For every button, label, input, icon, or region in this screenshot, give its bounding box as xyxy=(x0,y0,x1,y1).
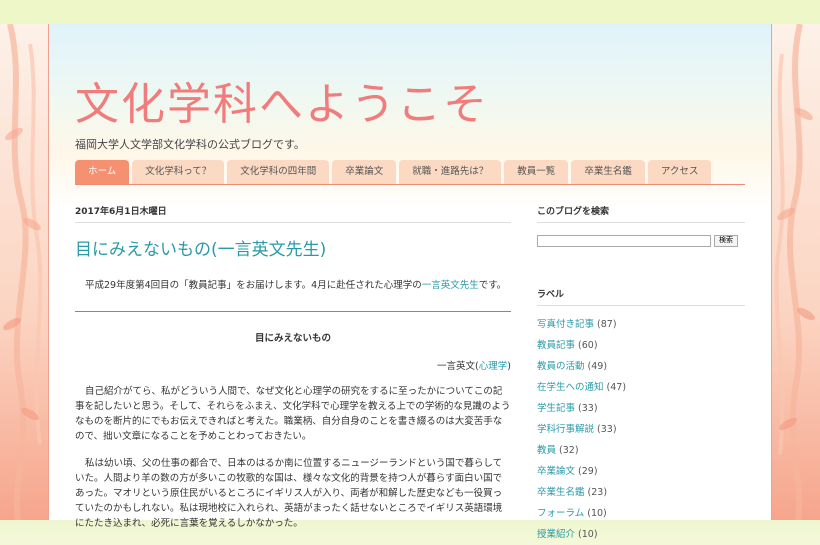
label-item: フォーラム (10) xyxy=(537,503,745,524)
intro-text-end: です。 xyxy=(478,280,507,291)
label-count: (60) xyxy=(578,340,598,351)
search-button[interactable]: 検索 xyxy=(714,235,738,247)
label-link[interactable]: 卒業論文 xyxy=(537,466,575,477)
tab-four-years[interactable]: 文化学科の四年間 xyxy=(227,160,330,184)
label-link[interactable]: 教員 xyxy=(537,445,556,456)
label-item: 在学生への通知 (47) xyxy=(537,377,745,398)
tab-home[interactable]: ホーム xyxy=(75,160,130,184)
sidebar: このブログを検索 検索 ラベル 写真付き記事 (87) 教員記事 (60) 教員… xyxy=(537,204,745,545)
label-link[interactable]: 教員の活動 xyxy=(537,361,585,372)
post-intro: 平成29年度第4回目の「教員記事」をお届けします。4月に赴任された心理学の一言英… xyxy=(75,278,511,293)
tab-navigation: ホーム 文化学科って？ 文化学科の四年間 卒業論文 就職・進路先は？ 教員一覧 … xyxy=(75,160,745,185)
label-item: 教員記事 (60) xyxy=(537,335,745,356)
label-link[interactable]: 授業紹介 xyxy=(537,529,575,540)
label-item: 写真付き記事 (87) xyxy=(537,314,745,335)
intro-text: 平成29年度第4回目の「教員記事」をお届けします。4月に赴任された心理学の xyxy=(85,280,422,291)
search-row: 検索 xyxy=(537,235,745,247)
blog-title[interactable]: 文化学科へようこそ xyxy=(75,68,489,132)
tab-alumni[interactable]: 卒業生名鑑 xyxy=(571,160,645,184)
label-count: (33) xyxy=(597,424,617,435)
post-date: 2017年6月1日木曜日 xyxy=(75,204,511,223)
right-decoration xyxy=(770,24,820,520)
search-input[interactable] xyxy=(537,235,711,247)
label-link[interactable]: 写真付き記事 xyxy=(537,319,594,330)
post-paragraph: 自己紹介がてら、私がどういう人間で、なぜ文化と心理学の研究をするに至ったかについ… xyxy=(75,386,511,442)
author-close: ) xyxy=(507,361,511,372)
label-item: 卒業生名鑑 (23) xyxy=(537,482,745,503)
label-item: 教員 (32) xyxy=(537,440,745,461)
post-subtitle: 目にみえないもの xyxy=(254,333,331,344)
search-widget-title: このブログを検索 xyxy=(537,204,745,223)
author-name: 一言英文( xyxy=(437,361,479,372)
label-item: 学科行事解説 (33) xyxy=(537,419,745,440)
label-item: 学生記事 (33) xyxy=(537,398,745,419)
label-count: (10) xyxy=(578,529,598,540)
label-count: (32) xyxy=(559,445,579,456)
label-count: (87) xyxy=(597,319,617,330)
label-link[interactable]: 学科行事解説 xyxy=(537,424,594,435)
tab-faculty[interactable]: 教員一覧 xyxy=(504,160,569,184)
tab-access[interactable]: アクセス xyxy=(647,160,712,184)
label-link[interactable]: 教員記事 xyxy=(537,340,575,351)
page-frame: 文化学科へようこそ 福岡大学人文学部文化学科の公式ブログです。 ホーム 文化学科… xyxy=(48,24,772,540)
label-count: (29) xyxy=(578,466,598,477)
blog-description: 福岡大学人文学部文化学科の公式ブログです。 xyxy=(75,138,305,151)
label-item: 授業紹介 (10) xyxy=(537,524,745,545)
author-field-link[interactable]: 心理学 xyxy=(479,361,508,372)
labels-widget-title: ラベル xyxy=(537,287,745,306)
main-column: 2017年6月1日木曜日 目にみえないもの(一言英文先生) 平成29年度第4回目… xyxy=(75,204,511,531)
label-link[interactable]: フォーラム xyxy=(537,508,584,519)
top-band xyxy=(0,0,820,24)
label-count: (49) xyxy=(587,361,608,372)
label-list: 写真付き記事 (87) 教員記事 (60) 教員の活動 (49) 在学生への通知… xyxy=(537,314,745,545)
divider xyxy=(75,311,511,312)
leaf-pattern-left xyxy=(3,24,43,520)
leaf-pattern-right xyxy=(774,24,815,520)
label-link[interactable]: 在学生への通知 xyxy=(537,382,604,393)
label-item: 教員の活動 (49) xyxy=(537,356,745,377)
label-count: (10) xyxy=(587,508,607,519)
label-count: (47) xyxy=(606,382,627,393)
tab-thesis[interactable]: 卒業論文 xyxy=(332,160,397,184)
tab-about[interactable]: 文化学科って？ xyxy=(132,160,225,184)
label-item: 卒業論文 (29) xyxy=(537,461,745,482)
label-count: (33) xyxy=(578,403,598,414)
tab-careers[interactable]: 就職・進路先は？ xyxy=(399,160,502,184)
labels-widget: ラベル 写真付き記事 (87) 教員記事 (60) 教員の活動 (49) 在学生… xyxy=(537,287,745,545)
post-author: 一言英文(心理学) xyxy=(75,358,511,372)
label-link[interactable]: 卒業生名鑑 xyxy=(537,487,585,498)
left-decoration xyxy=(0,24,48,520)
label-link[interactable]: 学生記事 xyxy=(537,403,575,414)
label-count: (23) xyxy=(587,487,608,498)
post-title[interactable]: 目にみえないもの(一言英文先生) xyxy=(75,235,511,260)
intro-author-link[interactable]: 一言英文先生 xyxy=(422,280,479,291)
